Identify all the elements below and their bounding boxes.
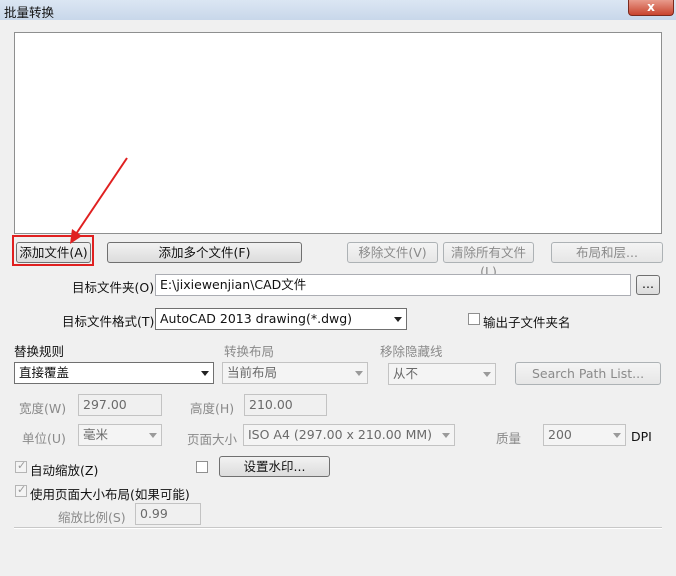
file-list[interactable] — [14, 32, 662, 234]
bottom-divider — [14, 527, 662, 529]
output-subfolder-label: 输出子文件夹名 — [483, 315, 571, 330]
chevron-down-icon — [613, 433, 621, 438]
page-size-label: 页面大小 — [187, 432, 238, 447]
window-title: 批量转换 — [4, 5, 55, 20]
height-input[interactable]: 210.00 — [244, 394, 327, 416]
quality-label: 质量 — [496, 431, 522, 446]
quality-unit-label: DPI — [631, 429, 652, 444]
checkmark-icon: ✓ — [17, 483, 27, 496]
unit-value: 毫米 — [83, 427, 109, 442]
add-multiple-files-button[interactable]: 添加多个文件(F) — [107, 242, 302, 263]
close-button[interactable]: x — [628, 0, 674, 16]
auto-scale-label: 自动缩放(Z) — [30, 463, 99, 478]
chevron-down-icon — [355, 371, 363, 376]
browse-folder-button[interactable]: ... — [636, 275, 660, 295]
quality-value: 200 — [548, 427, 572, 442]
target-format-label: 目标文件格式(T) — [62, 314, 155, 329]
page-size-value: ISO A4 (297.00 x 210.00 MM) — [248, 427, 433, 442]
replace-rule-label: 替换规则 — [14, 344, 65, 359]
chevron-down-icon — [394, 317, 402, 322]
clear-all-files-button[interactable]: 清除所有文件(L) — [443, 242, 534, 279]
checkmark-icon: ✓ — [17, 459, 27, 472]
unit-label: 单位(U) — [22, 431, 66, 446]
watermark-settings-button[interactable]: 设置水印... — [219, 456, 330, 477]
target-format-select[interactable]: AutoCAD 2013 drawing(*.dwg) — [155, 308, 407, 330]
remove-hidden-lines-label: 移除隐藏线 — [380, 344, 443, 359]
search-path-list-button[interactable]: Search Path List... — [515, 362, 661, 385]
convert-layout-select[interactable]: 当前布局 — [222, 362, 368, 384]
chevron-down-icon — [201, 371, 209, 376]
height-label: 高度(H) — [190, 401, 235, 416]
remove-hidden-lines-value: 从不 — [393, 366, 419, 381]
target-format-value: AutoCAD 2013 drawing(*.dwg) — [160, 311, 353, 326]
convert-layout-value: 当前布局 — [227, 365, 278, 380]
output-subfolder-checkbox[interactable] — [468, 313, 480, 325]
target-folder-label: 目标文件夹(O) — [72, 280, 155, 295]
scale-ratio-label: 缩放比例(S) — [58, 510, 126, 525]
target-folder-input[interactable]: E:\jixiewenjian\CAD文件 — [155, 274, 631, 296]
use-page-layout-checkbox[interactable]: ✓ — [15, 483, 27, 497]
replace-rule-select[interactable]: 直接覆盖 — [14, 362, 214, 384]
highlight-box — [12, 235, 94, 266]
layout-and-layers-button[interactable]: 布局和层... — [551, 242, 663, 263]
quality-select[interactable]: 200 — [543, 424, 626, 446]
use-page-layout-label: 使用页面大小布局(如果可能) — [30, 487, 190, 502]
convert-layout-label: 转换布局 — [224, 344, 275, 359]
page-size-select[interactable]: ISO A4 (297.00 x 210.00 MM) — [243, 424, 455, 446]
auto-scale-checkbox[interactable]: ✓ — [15, 459, 27, 473]
remove-file-button[interactable]: 移除文件(V) — [347, 242, 438, 263]
width-input[interactable]: 297.00 — [78, 394, 162, 416]
title-bar: 批量转换 x — [0, 0, 676, 20]
chevron-down-icon — [483, 372, 491, 377]
width-label: 宽度(W) — [19, 401, 67, 416]
chevron-down-icon — [442, 433, 450, 438]
replace-rule-value: 直接覆盖 — [19, 365, 70, 380]
unit-select[interactable]: 毫米 — [78, 424, 162, 446]
chevron-down-icon — [149, 433, 157, 438]
watermark-checkbox[interactable] — [196, 461, 208, 473]
scale-ratio-input[interactable]: 0.99 — [135, 503, 201, 525]
remove-hidden-lines-select[interactable]: 从不 — [388, 363, 496, 385]
